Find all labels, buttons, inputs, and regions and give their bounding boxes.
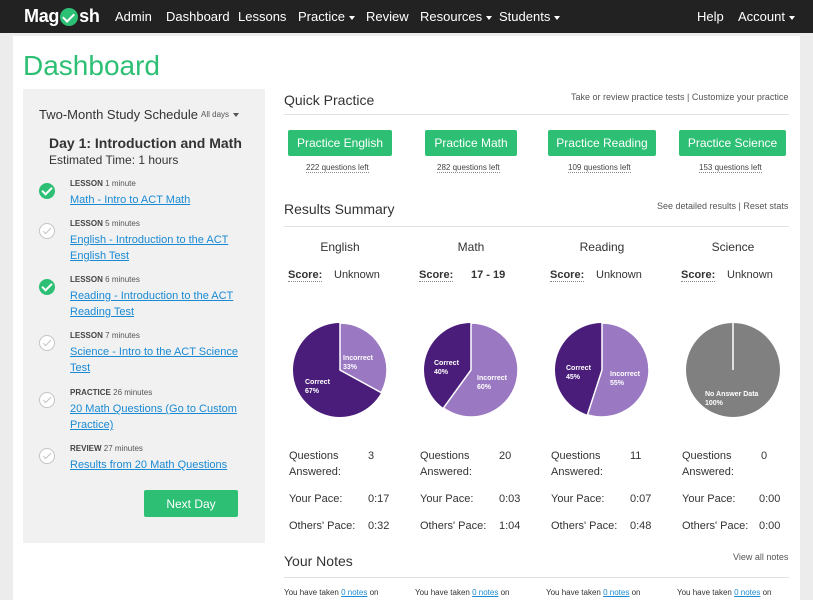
caret-down-icon [788, 15, 795, 20]
science-questions-answered-label: Questions Answered: [682, 450, 734, 478]
english-questions-answered: 3 [368, 450, 375, 462]
english-pace: 0:17 [368, 493, 390, 505]
reading-pie-chart: Correct 45% Incorrect 55% [555, 322, 650, 418]
math-questions-left: 282 questions left [437, 163, 500, 173]
check-icon [60, 7, 79, 26]
math-notes-count: You have taken 0 notes on [415, 588, 510, 597]
schedule-item-link[interactable]: Results from 20 Math Questions [70, 457, 248, 473]
check-circle-outline-icon[interactable] [39, 448, 55, 464]
schedule-item-link[interactable]: Reading - Introduction to the ACT Readin… [70, 288, 248, 320]
math-questions-answered: 20 [499, 450, 512, 462]
science-pie-chart: No Answer Data 100% [686, 323, 780, 417]
view-all-notes-link[interactable]: View all notes [733, 552, 788, 562]
science-pace: 0:00 [759, 493, 781, 505]
estimated-time: Estimated Time: 1 hours [49, 153, 179, 167]
practice-math-button[interactable]: Practice Math [425, 130, 517, 156]
english-notes-count: You have taken 0 notes on [284, 588, 379, 597]
nav-account[interactable]: Account [738, 9, 795, 24]
math-others-pace-label: Others' Pace: [420, 520, 487, 532]
practice-science-button[interactable]: Practice Science [679, 130, 786, 156]
caret-down-icon [233, 112, 240, 117]
english-others-pace: 0:32 [368, 520, 390, 532]
check-circle-outline-icon[interactable] [39, 335, 55, 351]
subject-reading: Reading [579, 240, 625, 254]
science-questions-left: 153 questions left [699, 163, 762, 173]
quick-practice-title: Quick Practice [284, 92, 375, 108]
subject-science: Science [711, 240, 755, 254]
reading-pace: 0:07 [630, 493, 652, 505]
top-navbar: Mag sh Admin Dashboard Lessons Practice R… [0, 0, 813, 33]
quick-practice-links[interactable]: Take or review practice tests | Customiz… [571, 92, 788, 102]
results-links[interactable]: See detailed results | Reset stats [657, 201, 788, 211]
reading-notes-count: You have taken 0 notes on [546, 588, 641, 597]
divider [284, 114, 789, 115]
nav-review[interactable]: Review [366, 9, 409, 24]
science-notes-count: You have taken 0 notes on [677, 588, 772, 597]
math-pace: 0:03 [499, 493, 521, 505]
nav-practice[interactable]: Practice [298, 9, 355, 24]
schedule-item-link[interactable]: 20 Math Questions (Go to Custom Practice… [70, 401, 248, 433]
english-pie-chart: Correct 67% Incorrect 33% [293, 322, 388, 417]
check-circle-outline-icon[interactable] [39, 392, 55, 408]
nav-resources[interactable]: Resources [420, 9, 493, 24]
english-others-pace-label: Others' Pace: [289, 520, 356, 532]
divider [284, 577, 789, 578]
practice-english-button[interactable]: Practice English [288, 130, 392, 156]
reading-others-pace: 0:48 [630, 520, 652, 532]
notes-link[interactable]: 0 notes [341, 588, 367, 597]
science-others-pace: 0:00 [759, 520, 781, 532]
check-circle-outline-icon[interactable] [39, 223, 55, 239]
nav-dashboard[interactable]: Dashboard [166, 9, 230, 24]
schedule-title: Two-Month Study Schedule [39, 107, 198, 122]
reading-pace-label: Your Pace: [551, 493, 605, 505]
study-schedule-panel: Two-Month Study Schedule All days Day 1:… [23, 89, 265, 543]
reading-questions-answered: 11 [630, 450, 642, 462]
reading-questions-left: 109 questions left [568, 163, 631, 173]
nav-admin[interactable]: Admin [115, 9, 152, 24]
page-title: Dashboard [23, 50, 160, 81]
days-filter-dropdown[interactable]: All days [201, 110, 240, 119]
next-day-button[interactable]: Next Day [144, 490, 238, 517]
results-summary-title: Results Summary [284, 201, 395, 217]
notes-link[interactable]: 0 notes [603, 588, 629, 597]
science-others-pace-label: Others' Pace: [682, 520, 749, 532]
caret-down-icon [348, 15, 355, 20]
subject-english: English [320, 240, 360, 254]
divider [284, 226, 789, 227]
dashboard-page: Dashboard Two-Month Study Schedule All d… [13, 36, 800, 600]
caret-down-icon [554, 15, 561, 20]
math-questions-answered-label: Questions Answered: [420, 450, 472, 478]
practice-reading-button[interactable]: Practice Reading [548, 130, 656, 156]
science-pace-label: Your Pace: [682, 493, 736, 505]
math-others-pace: 1:04 [499, 520, 521, 532]
nav-lessons[interactable]: Lessons [238, 9, 286, 24]
caret-down-icon [486, 15, 493, 20]
check-circle-icon[interactable] [39, 183, 55, 199]
science-questions-answered: 0 [761, 450, 768, 462]
nav-students[interactable]: Students [499, 9, 561, 24]
schedule-item-link[interactable]: English - Introduction to the ACT Englis… [70, 232, 248, 264]
subject-math: Math [457, 240, 485, 254]
your-notes-title: Your Notes [284, 553, 353, 569]
reading-others-pace-label: Others' Pace: [551, 520, 618, 532]
math-pie-chart: Correct 40% Incorrect 60% [424, 322, 519, 418]
math-pace-label: Your Pace: [420, 493, 474, 505]
english-questions-answered-label: Questions Answered: [289, 450, 341, 478]
nav-help[interactable]: Help [697, 9, 724, 24]
day-title: Day 1: Introduction and Math [49, 135, 242, 151]
notes-link[interactable]: 0 notes [472, 588, 498, 597]
reading-questions-answered-label: Questions Answered: [551, 450, 603, 478]
english-questions-left: 222 questions left [306, 163, 369, 173]
notes-link[interactable]: 0 notes [734, 588, 760, 597]
magoosh-logo[interactable]: Mag sh [24, 6, 100, 27]
schedule-item-link[interactable]: Science - Intro to the ACT Science Test [70, 344, 248, 376]
english-pace-label: Your Pace: [289, 493, 343, 505]
check-circle-icon[interactable] [39, 279, 55, 295]
schedule-item-link[interactable]: Math - Intro to ACT Math [70, 192, 248, 208]
